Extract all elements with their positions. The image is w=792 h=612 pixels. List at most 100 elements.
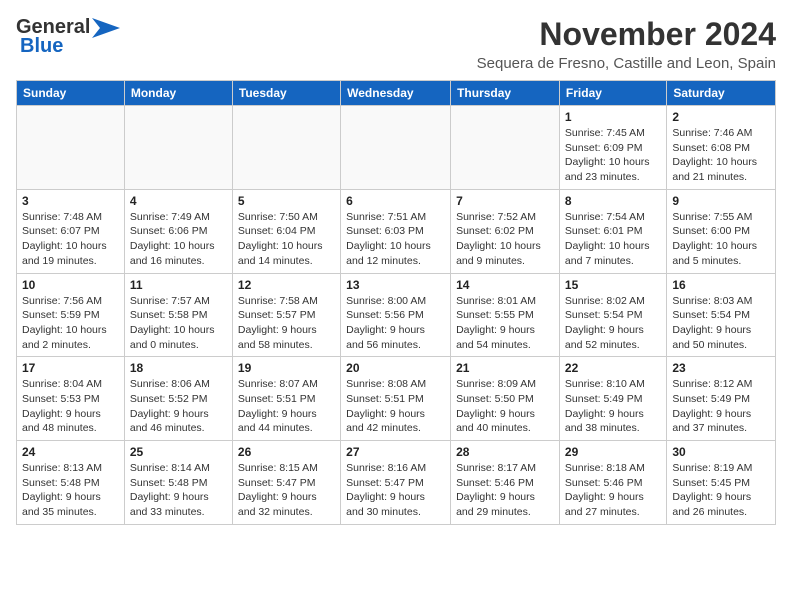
day-number: 9 [672, 194, 770, 208]
day-number: 16 [672, 278, 770, 292]
calendar-day-cell: 1 Sunrise: 7:45 AMSunset: 6:09 PMDaylight… [559, 106, 666, 190]
calendar-day-cell: 5Sunrise: 7:50 AMSunset: 6:04 PMDaylight… [232, 189, 340, 273]
day-info: Sunrise: 8:13 AMSunset: 5:48 PMDaylight:… [22, 461, 119, 520]
calendar-day-cell [17, 106, 125, 190]
day-info: Sunrise: 7:46 AMSunset: 6:08 PMDaylight:… [672, 126, 770, 185]
day-number: 19 [238, 361, 335, 375]
day-info: Sunrise: 8:04 AMSunset: 5:53 PMDaylight:… [22, 377, 119, 436]
day-number: 26 [238, 445, 335, 459]
day-info: Sunrise: 7:55 AMSunset: 6:00 PMDaylight:… [672, 210, 770, 269]
calendar-week-row: 24 Sunrise: 8:13 AMSunset: 5:48 PMDayligh… [17, 441, 776, 525]
weekday-header: Tuesday [232, 81, 340, 106]
day-info: Sunrise: 8:19 AMSunset: 5:45 PMDaylight:… [672, 461, 770, 520]
day-info: Sunrise: 8:02 AMSunset: 5:54 PMDaylight:… [565, 294, 661, 353]
weekday-header: Wednesday [341, 81, 451, 106]
day-info: Sunrise: 8:03 AMSunset: 5:54 PMDaylight:… [672, 294, 770, 353]
day-info: Sunrise: 8:06 AMSunset: 5:52 PMDaylight:… [130, 377, 227, 436]
calendar-day-cell: 8 Sunrise: 7:54 AMSunset: 6:01 PMDaylight… [559, 189, 666, 273]
day-info: Sunrise: 8:01 AMSunset: 5:55 PMDaylight:… [456, 294, 554, 353]
day-number: 10 [22, 278, 119, 292]
day-info: Sunrise: 8:00 AMSunset: 5:56 PMDaylight:… [346, 294, 445, 353]
calendar-day-cell: 27Sunrise: 8:16 AMSunset: 5:47 PMDayligh… [341, 441, 451, 525]
calendar-day-cell: 20 Sunrise: 8:08 AMSunset: 5:51 PMDayligh… [341, 357, 451, 441]
day-info: Sunrise: 8:10 AMSunset: 5:49 PMDaylight:… [565, 377, 661, 436]
day-info: Sunrise: 7:48 AMSunset: 6:07 PMDaylight:… [22, 210, 119, 269]
calendar-week-row: 1 Sunrise: 7:45 AMSunset: 6:09 PMDaylight… [17, 106, 776, 190]
calendar-day-cell: 12Sunrise: 7:58 AMSunset: 5:57 PMDayligh… [232, 273, 340, 357]
day-number: 17 [22, 361, 119, 375]
day-number: 30 [672, 445, 770, 459]
calendar-day-cell: 2 Sunrise: 7:46 AMSunset: 6:08 PMDaylight… [667, 106, 776, 190]
calendar-day-cell: 11Sunrise: 7:57 AMSunset: 5:58 PMDayligh… [124, 273, 232, 357]
day-info: Sunrise: 7:57 AMSunset: 5:58 PMDaylight:… [130, 294, 227, 353]
title-area: November 2024 Sequera de Fresno, Castill… [477, 16, 776, 72]
page-header: General Blue November 2024 Sequera de Fr… [16, 16, 776, 72]
day-info: Sunrise: 8:18 AMSunset: 5:46 PMDaylight:… [565, 461, 661, 520]
calendar-header-row: SundayMondayTuesdayWednesdayThursdayFrid… [17, 81, 776, 106]
day-info: Sunrise: 8:08 AMSunset: 5:51 PMDaylight:… [346, 377, 445, 436]
calendar-day-cell: 6 Sunrise: 7:51 AMSunset: 6:03 PMDaylight… [341, 189, 451, 273]
calendar-day-cell: 4Sunrise: 7:49 AMSunset: 6:06 PMDaylight… [124, 189, 232, 273]
logo-arrow-icon [92, 18, 120, 38]
day-info: Sunrise: 8:07 AMSunset: 5:51 PMDaylight:… [238, 377, 335, 436]
weekday-header: Friday [559, 81, 666, 106]
day-number: 6 [346, 194, 445, 208]
calendar-day-cell: 10 Sunrise: 7:56 AMSunset: 5:59 PMDayligh… [17, 273, 125, 357]
day-number: 15 [565, 278, 661, 292]
day-number: 20 [346, 361, 445, 375]
calendar-week-row: 10 Sunrise: 7:56 AMSunset: 5:59 PMDayligh… [17, 273, 776, 357]
day-info: Sunrise: 8:15 AMSunset: 5:47 PMDaylight:… [238, 461, 335, 520]
calendar-table: SundayMondayTuesdayWednesdayThursdayFrid… [16, 80, 776, 525]
calendar-day-cell: 26 Sunrise: 8:15 AMSunset: 5:47 PMDayligh… [232, 441, 340, 525]
day-info: Sunrise: 8:16 AMSunset: 5:47 PMDaylight:… [346, 461, 445, 520]
calendar-day-cell: 25Sunrise: 8:14 AMSunset: 5:48 PMDayligh… [124, 441, 232, 525]
day-info: Sunrise: 7:51 AMSunset: 6:03 PMDaylight:… [346, 210, 445, 269]
day-number: 23 [672, 361, 770, 375]
calendar-day-cell [232, 106, 340, 190]
calendar-day-cell: 9 Sunrise: 7:55 AMSunset: 6:00 PMDaylight… [667, 189, 776, 273]
logo-text-blue: Blue [20, 35, 63, 58]
day-info: Sunrise: 8:12 AMSunset: 5:49 PMDaylight:… [672, 377, 770, 436]
day-number: 8 [565, 194, 661, 208]
day-number: 2 [672, 110, 770, 124]
calendar-week-row: 17 Sunrise: 8:04 AMSunset: 5:53 PMDayligh… [17, 357, 776, 441]
calendar-day-cell: 13 Sunrise: 8:00 AMSunset: 5:56 PMDayligh… [341, 273, 451, 357]
day-number: 13 [346, 278, 445, 292]
location-subtitle: Sequera de Fresno, Castille and Leon, Sp… [477, 55, 776, 72]
calendar-week-row: 3 Sunrise: 7:48 AMSunset: 6:07 PMDaylight… [17, 189, 776, 273]
calendar-day-cell: 17 Sunrise: 8:04 AMSunset: 5:53 PMDayligh… [17, 357, 125, 441]
calendar-day-cell: 18 Sunrise: 8:06 AMSunset: 5:52 PMDayligh… [124, 357, 232, 441]
day-number: 1 [565, 110, 661, 124]
day-number: 5 [238, 194, 335, 208]
calendar-day-cell: 19 Sunrise: 8:07 AMSunset: 5:51 PMDayligh… [232, 357, 340, 441]
day-info: Sunrise: 7:52 AMSunset: 6:02 PMDaylight:… [456, 210, 554, 269]
weekday-header: Monday [124, 81, 232, 106]
day-info: Sunrise: 7:45 AMSunset: 6:09 PMDaylight:… [565, 126, 661, 185]
day-number: 29 [565, 445, 661, 459]
day-number: 21 [456, 361, 554, 375]
day-number: 24 [22, 445, 119, 459]
calendar-day-cell: 3 Sunrise: 7:48 AMSunset: 6:07 PMDaylight… [17, 189, 125, 273]
day-info: Sunrise: 8:17 AMSunset: 5:46 PMDaylight:… [456, 461, 554, 520]
day-number: 3 [22, 194, 119, 208]
day-number: 7 [456, 194, 554, 208]
day-number: 4 [130, 194, 227, 208]
weekday-header: Sunday [17, 81, 125, 106]
calendar-day-cell: 28Sunrise: 8:17 AMSunset: 5:46 PMDayligh… [451, 441, 560, 525]
day-info: Sunrise: 8:14 AMSunset: 5:48 PMDaylight:… [130, 461, 227, 520]
calendar-day-cell: 16 Sunrise: 8:03 AMSunset: 5:54 PMDayligh… [667, 273, 776, 357]
calendar-day-cell: 22Sunrise: 8:10 AMSunset: 5:49 PMDayligh… [559, 357, 666, 441]
calendar-day-cell: 7 Sunrise: 7:52 AMSunset: 6:02 PMDaylight… [451, 189, 560, 273]
day-info: Sunrise: 7:54 AMSunset: 6:01 PMDaylight:… [565, 210, 661, 269]
calendar-day-cell [124, 106, 232, 190]
day-info: Sunrise: 7:56 AMSunset: 5:59 PMDaylight:… [22, 294, 119, 353]
logo: General Blue [16, 16, 120, 58]
calendar-day-cell: 30 Sunrise: 8:19 AMSunset: 5:45 PMDayligh… [667, 441, 776, 525]
calendar-day-cell: 14Sunrise: 8:01 AMSunset: 5:55 PMDayligh… [451, 273, 560, 357]
weekday-header: Thursday [451, 81, 560, 106]
calendar-day-cell: 23 Sunrise: 8:12 AMSunset: 5:49 PMDayligh… [667, 357, 776, 441]
day-number: 18 [130, 361, 227, 375]
calendar-day-cell [341, 106, 451, 190]
calendar-day-cell: 29 Sunrise: 8:18 AMSunset: 5:46 PMDayligh… [559, 441, 666, 525]
day-info: Sunrise: 8:09 AMSunset: 5:50 PMDaylight:… [456, 377, 554, 436]
